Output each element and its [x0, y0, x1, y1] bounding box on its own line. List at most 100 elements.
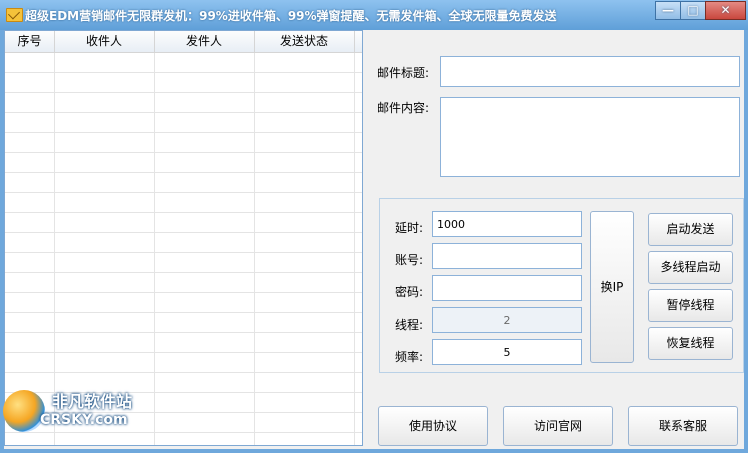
table-cell	[54, 353, 155, 372]
resume-thread-button[interactable]: 恢复线程	[648, 327, 733, 360]
table-row[interactable]	[5, 173, 362, 193]
table-cell	[5, 53, 55, 72]
table-row[interactable]	[5, 233, 362, 253]
table-cell	[254, 313, 355, 332]
table-cell	[5, 213, 55, 232]
table-cell	[154, 313, 255, 332]
table-cell	[154, 73, 255, 92]
table-cell	[5, 133, 55, 152]
table-row[interactable]	[5, 273, 362, 293]
table-cell	[5, 333, 55, 352]
account-label: 账号:	[395, 253, 424, 267]
content-textarea[interactable]	[440, 97, 740, 177]
maximize-button[interactable]: □	[680, 1, 706, 20]
table-cell	[154, 93, 255, 112]
table-cell	[54, 113, 155, 132]
table-row[interactable]	[5, 73, 362, 93]
table-cell	[154, 293, 255, 312]
table-cell	[54, 213, 155, 232]
table-cell	[5, 153, 55, 172]
content-label: 邮件内容:	[377, 101, 430, 115]
table-row[interactable]	[5, 333, 362, 353]
watermark: 非凡软件站 CRSKY.com	[0, 382, 162, 453]
table-row[interactable]	[5, 153, 362, 173]
table-row[interactable]	[5, 113, 362, 133]
table-cell	[54, 333, 155, 352]
app-window: 超级EDM营销邮件无限群发机：99%进收件箱、99%弹窗提醒、无需发件箱、全球无…	[0, 0, 748, 453]
table-cell	[154, 193, 255, 212]
password-input[interactable]	[432, 275, 582, 301]
table-cell	[154, 393, 255, 412]
change-ip-button[interactable]: 换IP	[590, 211, 634, 363]
close-button[interactable]: ✕	[705, 1, 746, 20]
support-button[interactable]: 联系客服	[628, 406, 738, 446]
table-row[interactable]	[5, 133, 362, 153]
table-cell	[254, 273, 355, 292]
table-cell	[254, 253, 355, 272]
header-sender[interactable]: 发件人	[154, 31, 255, 52]
table-cell	[5, 233, 55, 252]
crsky-logo-icon	[3, 390, 45, 432]
table-cell	[254, 413, 355, 432]
window-title: 超级EDM营销邮件无限群发机：99%进收件箱、99%弹窗提醒、无需发件箱、全球无…	[25, 9, 557, 23]
header-index[interactable]: 序号	[5, 31, 55, 52]
multi-thread-start-button[interactable]: 多线程启动	[648, 251, 733, 284]
frequency-input[interactable]: 5	[432, 339, 582, 365]
table-cell	[54, 133, 155, 152]
table-row[interactable]	[5, 53, 362, 73]
table-row[interactable]	[5, 93, 362, 113]
table-cell	[54, 173, 155, 192]
table-cell	[254, 433, 355, 445]
password-label: 密码:	[395, 285, 424, 299]
table-row[interactable]	[5, 353, 362, 373]
table-cell	[54, 53, 155, 72]
table-cell	[54, 313, 155, 332]
table-cell	[154, 133, 255, 152]
table-cell	[154, 333, 255, 352]
threads-input: 2	[432, 307, 582, 333]
table-cell	[254, 93, 355, 112]
table-cell	[254, 73, 355, 92]
minimize-button[interactable]: —	[655, 1, 681, 20]
table-row[interactable]	[5, 293, 362, 313]
table-row[interactable]	[5, 213, 362, 233]
start-send-button[interactable]: 启动发送	[648, 213, 733, 246]
list-header: 序号 收件人 发件人 发送状态	[5, 31, 362, 53]
table-row[interactable]	[5, 193, 362, 213]
table-cell	[254, 233, 355, 252]
website-button[interactable]: 访问官网	[503, 406, 613, 446]
table-cell	[254, 333, 355, 352]
table-cell	[5, 313, 55, 332]
table-row[interactable]	[5, 313, 362, 333]
subject-input[interactable]	[440, 56, 740, 87]
table-row[interactable]	[5, 253, 362, 273]
table-cell	[254, 133, 355, 152]
account-input[interactable]	[432, 243, 582, 269]
table-cell	[154, 213, 255, 232]
header-recipient[interactable]: 收件人	[54, 31, 155, 52]
header-status[interactable]: 发送状态	[254, 31, 355, 52]
table-cell	[54, 233, 155, 252]
table-cell	[5, 73, 55, 92]
delay-label: 延时:	[395, 221, 424, 235]
threads-label: 线程:	[395, 318, 424, 332]
table-cell	[254, 193, 355, 212]
table-cell	[54, 253, 155, 272]
terms-button[interactable]: 使用协议	[378, 406, 488, 446]
table-cell	[254, 153, 355, 172]
mail-icon	[6, 8, 23, 22]
table-cell	[154, 353, 255, 372]
delay-input[interactable]: 1000	[432, 211, 582, 237]
table-cell	[54, 293, 155, 312]
table-cell	[254, 373, 355, 392]
pause-thread-button[interactable]: 暂停线程	[648, 289, 733, 322]
table-cell	[5, 93, 55, 112]
table-cell	[154, 173, 255, 192]
table-cell	[154, 433, 255, 445]
table-cell	[54, 273, 155, 292]
table-cell	[5, 193, 55, 212]
table-cell	[154, 413, 255, 432]
table-cell	[154, 53, 255, 72]
table-cell	[254, 393, 355, 412]
table-cell	[154, 153, 255, 172]
